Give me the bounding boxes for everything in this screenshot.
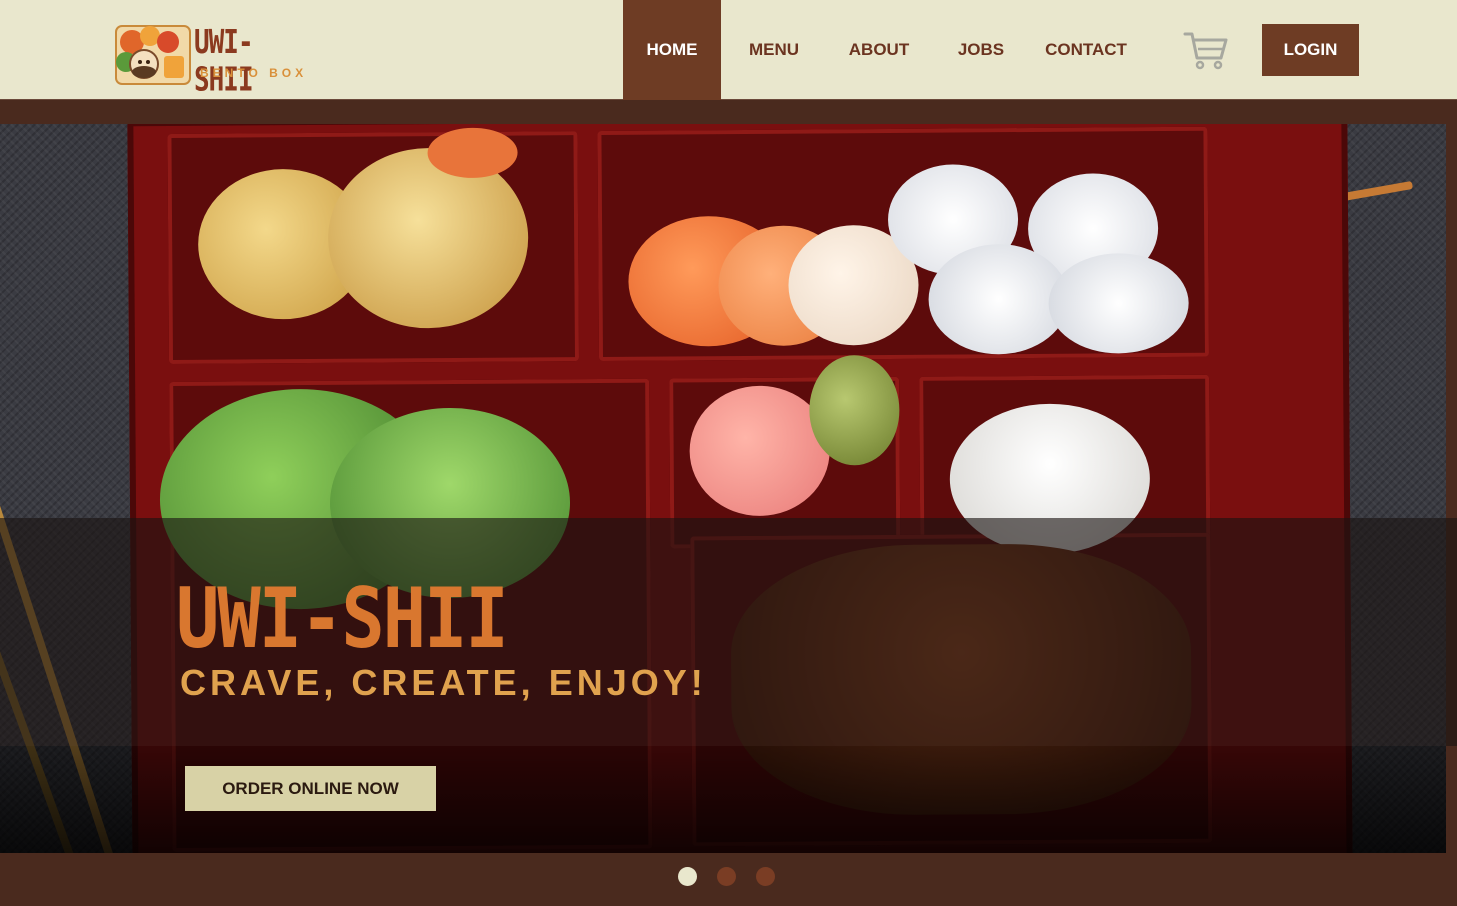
hero-title: UWI-SHII bbox=[176, 570, 509, 667]
wasabi bbox=[808, 354, 900, 466]
hero-tagline: CRAVE, CREATE, ENJOY! bbox=[180, 662, 707, 703]
login-button[interactable]: LOGIN bbox=[1262, 24, 1359, 76]
nav-item-home[interactable]: HOME bbox=[623, 0, 721, 100]
brand-subtitle: BENTO BOX bbox=[200, 66, 308, 80]
carousel-indicators bbox=[678, 867, 775, 886]
brand-name: UWI-SHII bbox=[194, 24, 254, 99]
brand-logo[interactable]: UWI-SHII BENTO BOX bbox=[110, 10, 310, 99]
bento-mascot-icon bbox=[115, 25, 191, 85]
nav-item-jobs[interactable]: JOBS bbox=[931, 0, 1031, 100]
carousel-dot-2[interactable] bbox=[717, 867, 736, 886]
shopping-cart-icon[interactable] bbox=[1183, 30, 1229, 70]
california-roll bbox=[1048, 252, 1189, 354]
nav-item-menu[interactable]: MENU bbox=[721, 0, 827, 100]
site-header: UWI-SHII BENTO BOX HOME MENU ABOUT JOBS … bbox=[0, 0, 1457, 100]
nav-item-about[interactable]: ABOUT bbox=[827, 0, 931, 100]
carousel-dot-1[interactable] bbox=[678, 867, 697, 886]
carousel-dot-3[interactable] bbox=[756, 867, 775, 886]
nav-item-contact[interactable]: CONTACT bbox=[1031, 0, 1141, 100]
hero-top-strip bbox=[0, 101, 1457, 124]
tempura-piece bbox=[327, 147, 529, 329]
main-nav: HOME MENU ABOUT JOBS CONTACT bbox=[623, 0, 1141, 100]
order-online-button[interactable]: ORDER ONLINE NOW bbox=[185, 766, 436, 811]
